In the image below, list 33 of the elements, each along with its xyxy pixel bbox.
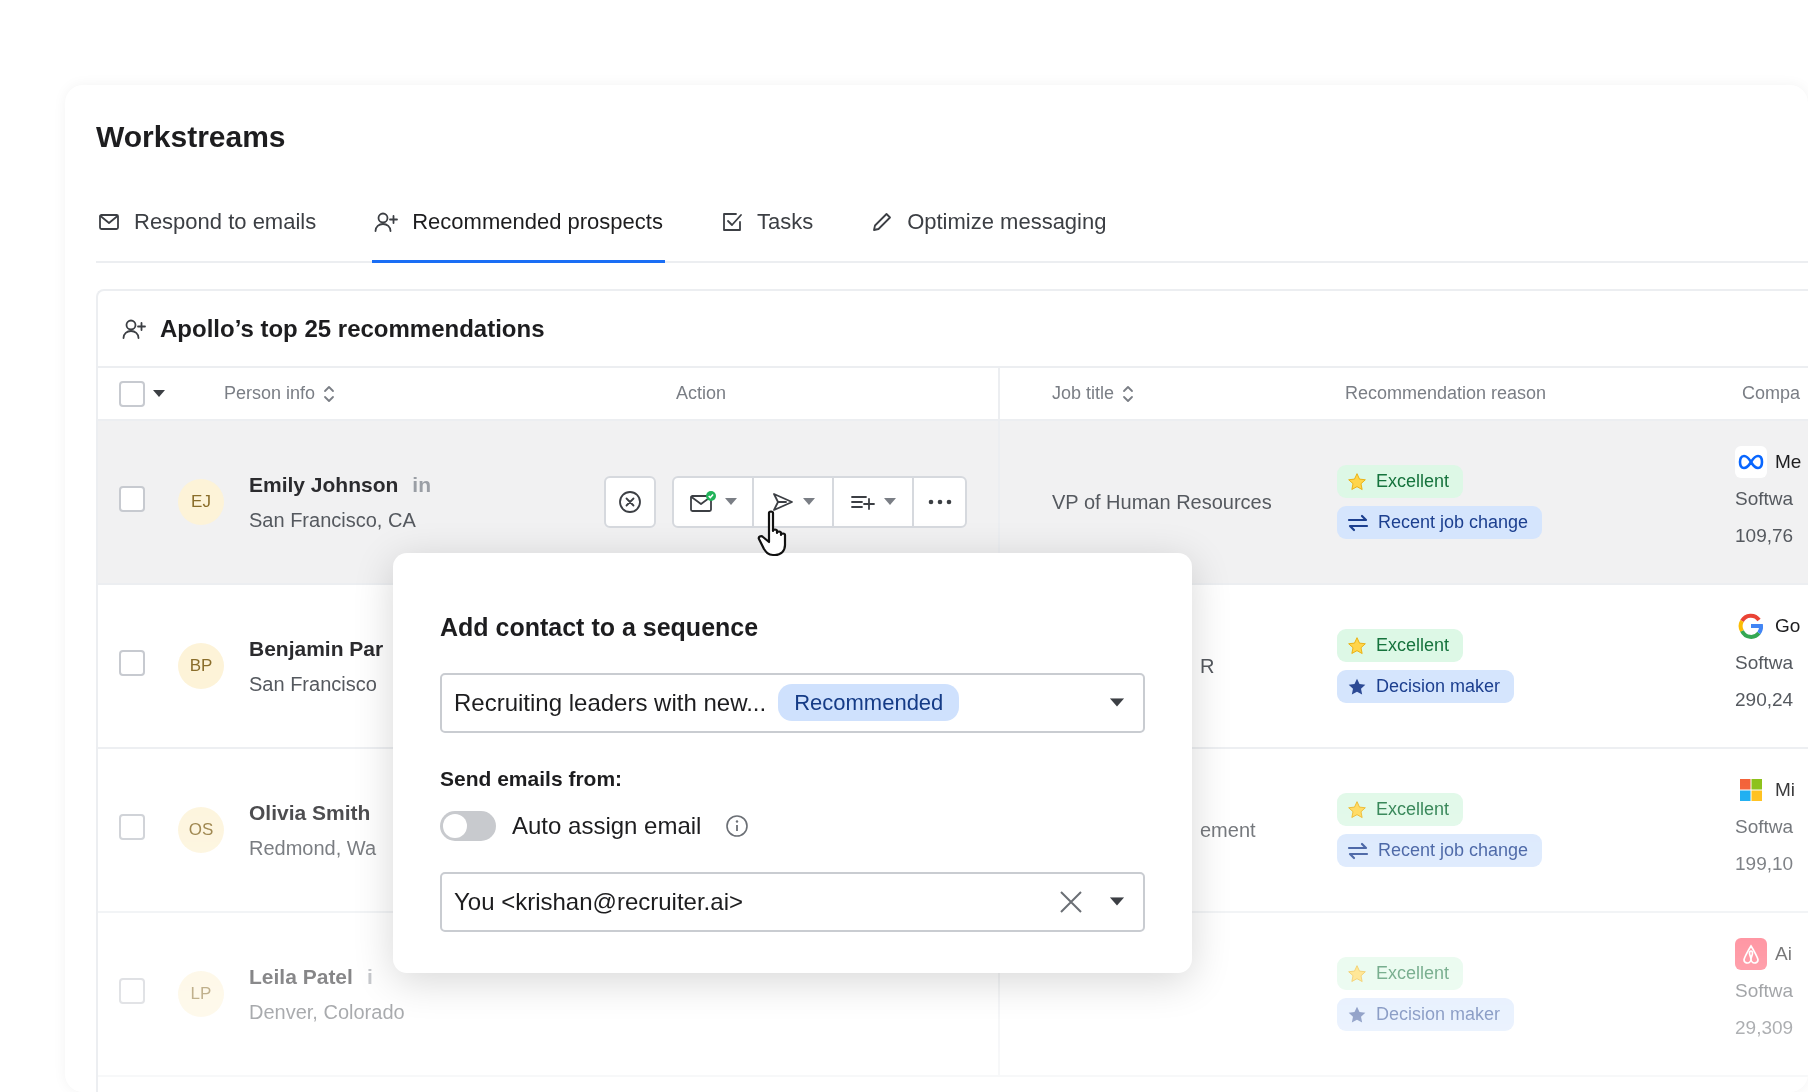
popup-title: Add contact to a sequence	[440, 612, 760, 643]
person-location: San Francisco	[249, 671, 377, 697]
avatar: EJ	[178, 479, 224, 525]
job-title: R	[1200, 654, 1216, 679]
reason-tag: Excellent	[1337, 629, 1464, 662]
company-industry: Softwa	[1735, 815, 1795, 839]
employee-count: 199,10	[1735, 852, 1795, 876]
reason-tag: Decision maker	[1337, 998, 1515, 1031]
avatar: OS	[178, 807, 224, 853]
reason-tag: Recent job change	[1337, 834, 1543, 867]
reason-tag: Recent job change	[1337, 506, 1543, 539]
person-location: Denver, Colorado	[249, 999, 405, 1025]
employee-count: 109,76	[1735, 524, 1795, 548]
reason-tag: Excellent	[1337, 465, 1464, 498]
panel-title: Apollo’s top 25 recommendations	[160, 313, 545, 344]
company-industry: Softwa	[1735, 651, 1795, 675]
toggle-label: Auto assign email	[512, 811, 702, 841]
job-title: ement	[1200, 818, 1257, 843]
recommended-badge: Recommended	[778, 684, 960, 721]
reason-tag: Excellent	[1337, 957, 1464, 990]
employee-count: 290,24	[1735, 688, 1795, 712]
person-location: Redmond, Wa	[249, 835, 377, 861]
page-title: Workstreams	[96, 119, 287, 155]
reason-tag: Decision maker	[1337, 670, 1515, 703]
company-industry: Softwa	[1735, 487, 1795, 511]
employee-count: 29,309	[1735, 1016, 1795, 1040]
avatar: LP	[178, 971, 224, 1017]
field-label: Send emails from:	[440, 765, 624, 792]
company-industry: Softwa	[1735, 979, 1795, 1003]
reason-tag: Excellent	[1337, 793, 1464, 826]
person-location: San Francisco, CA	[249, 507, 416, 533]
avatar: BP	[178, 643, 224, 689]
job-title: VP of Human Resources	[1052, 490, 1273, 515]
